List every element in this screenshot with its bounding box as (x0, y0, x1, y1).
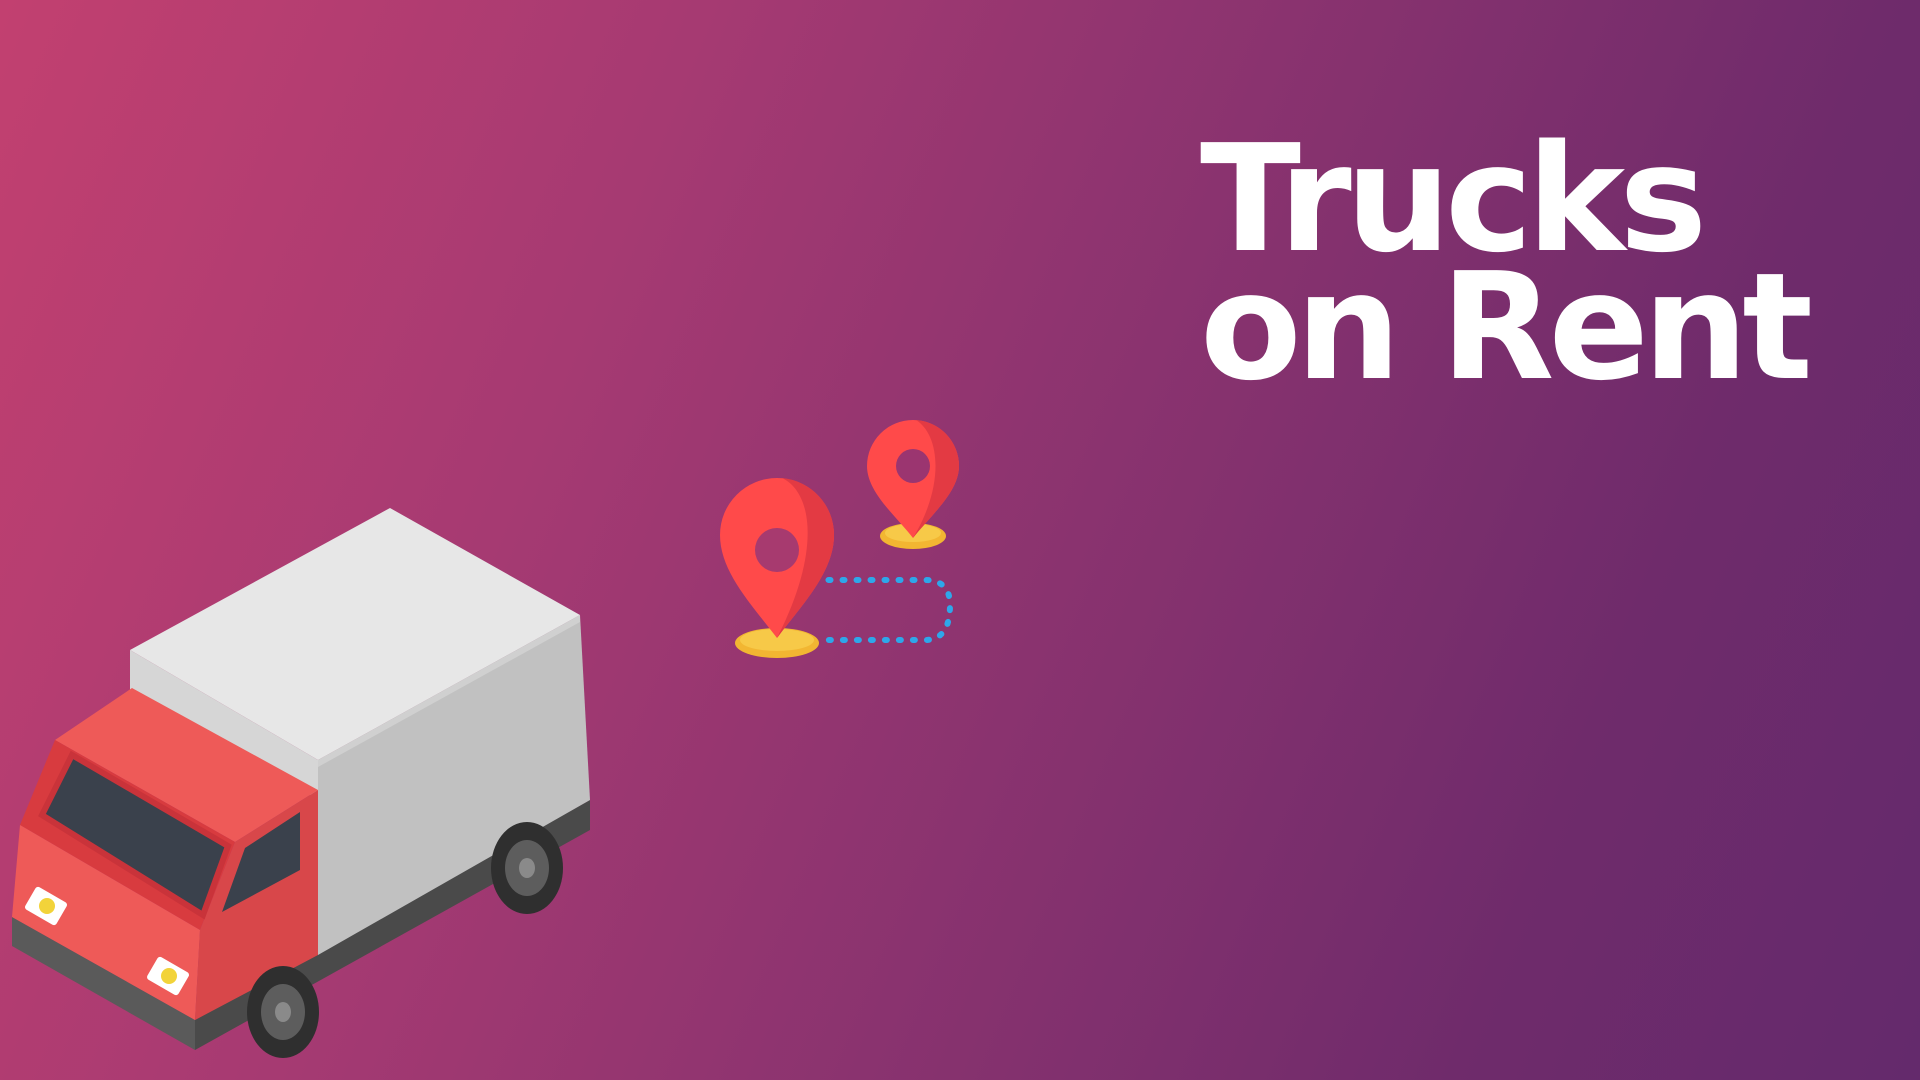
route-pins-icon (720, 420, 960, 658)
delivery-truck-icon (12, 508, 590, 1058)
title-line-2: on Rent (1200, 241, 1813, 413)
truck-wheel-rear (491, 822, 563, 914)
map-pin-small-icon (867, 420, 960, 538)
page-title: Trucks on Rent (1200, 125, 1813, 413)
truck-wheel-front (247, 966, 319, 1058)
map-pin-large-icon (720, 478, 835, 638)
